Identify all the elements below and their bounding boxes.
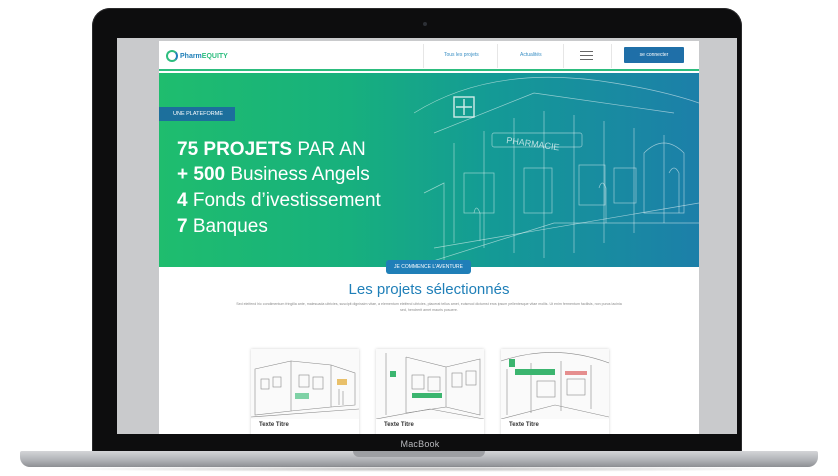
project-card-image bbox=[501, 349, 609, 419]
start-adventure-button[interactable]: JE COMMENCE L'AVENTURE bbox=[386, 260, 471, 274]
nav-divider bbox=[497, 44, 498, 68]
nav-divider bbox=[611, 44, 612, 68]
project-card-title: Texte Titre bbox=[384, 422, 414, 428]
logo-text-pharm: Pharm bbox=[180, 52, 202, 60]
web-page: Pharm EQUITY Tous les projets Actualités… bbox=[159, 41, 699, 434]
selected-projects-description: Sed eleifend hic condimentum fringilla a… bbox=[236, 302, 622, 312]
nav-divider bbox=[423, 44, 424, 68]
hero-banner: PHARMACIE UNE PLATEFORME 75 PROJETS PAR … bbox=[159, 73, 699, 267]
hamburger-icon[interactable] bbox=[580, 51, 593, 60]
hero-stat-business-angels: + 500 Business Angels bbox=[177, 164, 370, 185]
project-card[interactable]: Texte Titre bbox=[251, 349, 359, 434]
laptop-hinge-notch bbox=[353, 451, 485, 457]
project-card-title: Texte Titre bbox=[509, 422, 539, 428]
login-button[interactable]: se connecter bbox=[624, 47, 684, 63]
site-logo[interactable]: Pharm EQUITY bbox=[166, 48, 228, 64]
laptop-shadow bbox=[40, 466, 798, 472]
webcam-dot bbox=[423, 22, 427, 26]
macbook-label: MacBook bbox=[400, 439, 440, 449]
nav-link-all-projects[interactable]: Tous les projets bbox=[444, 52, 479, 58]
logo-text-equity: EQUITY bbox=[201, 52, 228, 60]
site-header: Pharm EQUITY Tous les projets Actualités… bbox=[159, 41, 699, 71]
project-card[interactable]: Texte Titre bbox=[501, 349, 609, 434]
nav-divider bbox=[563, 44, 564, 68]
project-card-title: Texte Titre bbox=[259, 422, 289, 428]
hero-stat-funds: 4 Fonds d’ivestissement bbox=[177, 190, 381, 211]
logo-ring-icon bbox=[166, 50, 178, 62]
project-card-image bbox=[376, 349, 484, 419]
pharmacy-street-illustration: PHARMACIE bbox=[414, 76, 699, 267]
macbook-frame: Pharm EQUITY Tous les projets Actualités… bbox=[0, 0, 838, 476]
hero-stat-banks: 7 Banques bbox=[177, 216, 268, 237]
hero-badge: UNE PLATEFORME bbox=[159, 107, 236, 121]
project-cards: Texte Titre Texte Titre Texte Titre bbox=[251, 349, 611, 434]
project-card-image bbox=[251, 349, 359, 419]
project-card[interactable]: Texte Titre bbox=[376, 349, 484, 434]
laptop-screen: Pharm EQUITY Tous les projets Actualités… bbox=[117, 38, 737, 434]
selected-projects-title: Les projets sélectionnés bbox=[348, 281, 510, 298]
hero-stat-projects: 75 PROJETS PAR AN bbox=[177, 139, 366, 160]
nav-link-news[interactable]: Actualités bbox=[520, 52, 542, 58]
